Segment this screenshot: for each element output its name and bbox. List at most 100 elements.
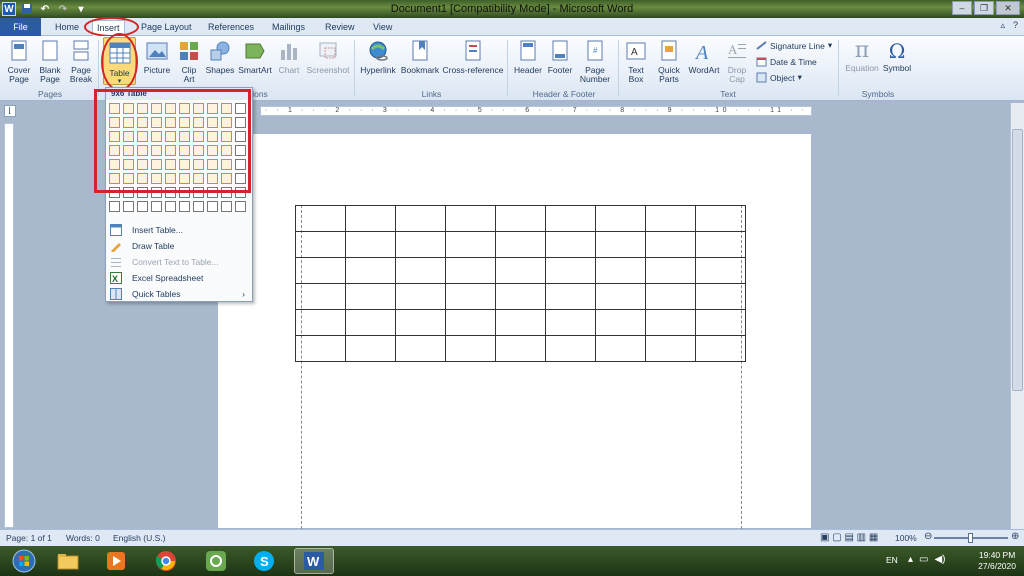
- horizontal-ruler[interactable]: · · 1 · · · 2 · · · 3 · · · 4 · · · 5 · …: [260, 106, 812, 116]
- table-cell[interactable]: [545, 309, 596, 336]
- table-cell[interactable]: [595, 257, 646, 284]
- system-tray-icons[interactable]: ▴ ▭ ◀): [908, 554, 946, 565]
- table-cell[interactable]: [595, 335, 646, 362]
- tab-review[interactable]: Review: [325, 20, 355, 36]
- clock[interactable]: 19:40 PM 27/6/2020: [978, 550, 1016, 572]
- help-icon[interactable]: ?: [1013, 20, 1018, 31]
- drop-cap-button[interactable]: A Drop Cap: [724, 40, 750, 84]
- minimize-ribbon-icon[interactable]: ▵: [1000, 20, 1005, 31]
- table-cell[interactable]: [695, 205, 746, 232]
- tab-view[interactable]: View: [373, 20, 392, 36]
- page-count[interactable]: Page: 1 of 1: [6, 533, 52, 543]
- grid-cell[interactable]: [109, 201, 120, 212]
- zoom-level[interactable]: 100%: [895, 533, 917, 543]
- table-cell[interactable]: [545, 283, 596, 310]
- table-cell[interactable]: [545, 205, 596, 232]
- restore-button[interactable]: ❐: [974, 1, 994, 15]
- table-cell[interactable]: [345, 205, 396, 232]
- chart-button[interactable]: Chart: [276, 40, 302, 75]
- close-button[interactable]: ✕: [996, 1, 1020, 15]
- explorer-taskbar-button[interactable]: [48, 548, 88, 574]
- grid-cell[interactable]: [165, 201, 176, 212]
- table-cell[interactable]: [395, 231, 446, 258]
- quick-parts-button[interactable]: Quick Parts: [654, 40, 684, 84]
- cross-reference-button[interactable]: Cross-reference: [442, 40, 504, 75]
- grid-cell[interactable]: [221, 201, 232, 212]
- table-cell[interactable]: [445, 231, 496, 258]
- table-cell[interactable]: [695, 335, 746, 362]
- page-number-button[interactable]: # Page Number: [577, 40, 613, 84]
- smartart-button[interactable]: SmartArt: [238, 40, 272, 75]
- tray-chevron-icon[interactable]: ▴: [908, 554, 913, 565]
- tab-page-layout[interactable]: Page Layout: [141, 20, 192, 36]
- language-indicator[interactable]: English (U.S.): [113, 533, 165, 543]
- table-cell[interactable]: [495, 283, 546, 310]
- table-cell[interactable]: [445, 309, 496, 336]
- cover-page-button[interactable]: Cover Page: [5, 40, 33, 84]
- document-table[interactable]: [295, 205, 746, 362]
- bookmark-button[interactable]: Bookmark: [399, 40, 441, 75]
- table-cell[interactable]: [395, 205, 446, 232]
- table-cell[interactable]: [495, 309, 546, 336]
- equation-button[interactable]: π Equation: [843, 40, 881, 73]
- zoom-slider-knob[interactable]: [968, 533, 973, 543]
- table-cell[interactable]: [295, 309, 346, 336]
- table-cell[interactable]: [395, 283, 446, 310]
- table-cell[interactable]: [595, 205, 646, 232]
- table-cell[interactable]: [595, 231, 646, 258]
- grid-cell[interactable]: [151, 201, 162, 212]
- table-cell[interactable]: [495, 231, 546, 258]
- table-cell[interactable]: [445, 335, 496, 362]
- symbol-button[interactable]: Ω Symbol: [882, 40, 912, 73]
- word-count[interactable]: Words: 0: [66, 533, 100, 543]
- date-time-button[interactable]: Date & Time: [756, 56, 817, 67]
- vertical-ruler[interactable]: [4, 123, 14, 528]
- grid-cell[interactable]: [193, 201, 204, 212]
- language-indicator-tray[interactable]: EN: [886, 555, 898, 565]
- wordart-button[interactable]: A WordArt: [686, 40, 722, 75]
- grid-cell[interactable]: [179, 201, 190, 212]
- table-cell[interactable]: [295, 257, 346, 284]
- zoom-out-icon[interactable]: ⊖: [924, 531, 932, 542]
- convert-text-item[interactable]: Convert Text to Table...: [107, 254, 251, 269]
- screenshot-button[interactable]: Screenshot: [305, 40, 351, 75]
- page-break-button[interactable]: Page Break: [67, 40, 95, 84]
- vertical-scrollbar[interactable]: [1010, 103, 1024, 529]
- table-cell[interactable]: [295, 231, 346, 258]
- app-taskbar-button[interactable]: [196, 548, 236, 574]
- table-cell[interactable]: [445, 205, 496, 232]
- table-cell[interactable]: [695, 283, 746, 310]
- tab-mailings[interactable]: Mailings: [272, 20, 305, 36]
- table-cell[interactable]: [645, 231, 696, 258]
- table-cell[interactable]: [445, 283, 496, 310]
- table-cell[interactable]: [345, 257, 396, 284]
- table-cell[interactable]: [295, 283, 346, 310]
- object-button[interactable]: Object ▾: [756, 72, 802, 83]
- chrome-taskbar-button[interactable]: [146, 548, 186, 574]
- table-cell[interactable]: [545, 231, 596, 258]
- table-cell[interactable]: [345, 335, 396, 362]
- clip-art-button[interactable]: Clip Art: [176, 40, 202, 84]
- table-cell[interactable]: [695, 231, 746, 258]
- start-button[interactable]: [4, 548, 44, 574]
- media-player-taskbar-button[interactable]: [96, 548, 136, 574]
- table-cell[interactable]: [395, 257, 446, 284]
- table-cell[interactable]: [295, 205, 346, 232]
- volume-icon[interactable]: ◀): [934, 554, 945, 565]
- tab-selector[interactable]: ⌊: [4, 105, 16, 117]
- table-cell[interactable]: [495, 205, 546, 232]
- table-cell[interactable]: [695, 309, 746, 336]
- tab-home[interactable]: Home: [55, 20, 79, 36]
- zoom-in-icon[interactable]: ⊕: [1011, 531, 1019, 542]
- excel-spreadsheet-item[interactable]: X Excel Spreadsheet: [107, 270, 251, 285]
- view-buttons[interactable]: ▣ ▢ ▤ ▥ ▦: [820, 532, 878, 543]
- table-cell[interactable]: [395, 335, 446, 362]
- network-icon[interactable]: ▭: [919, 554, 928, 565]
- table-cell[interactable]: [495, 335, 546, 362]
- table-cell[interactable]: [345, 283, 396, 310]
- picture-button[interactable]: Picture: [142, 40, 172, 75]
- grid-cell[interactable]: [207, 201, 218, 212]
- table-cell[interactable]: [645, 335, 696, 362]
- table-cell[interactable]: [645, 309, 696, 336]
- skype-taskbar-button[interactable]: S: [244, 548, 284, 574]
